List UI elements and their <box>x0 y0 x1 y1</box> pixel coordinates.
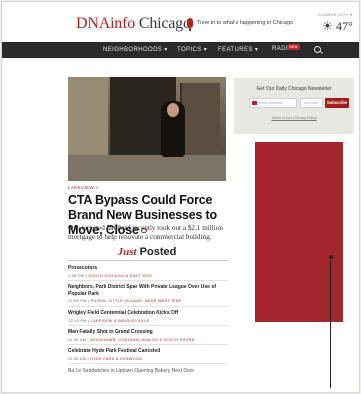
list-item[interactable]: Prosecutors 1:48 PM | SOUTH CHICAGO & EA… <box>68 265 228 278</box>
news-title[interactable]: Ba Le Sandwiches in Uptown Opening Baker… <box>68 368 228 375</box>
envelope-icon <box>252 101 257 105</box>
featured-photo[interactable] <box>68 77 226 181</box>
news-location[interactable]: LAKEVIEW & WRIGLEYVILLE <box>91 319 150 323</box>
radio-tune-in-link[interactable]: Tune in to what's happening in Chicago <box>197 20 293 26</box>
list-item[interactable]: Celebrate Hyde Park Festival Canceled 11… <box>68 348 228 361</box>
news-title[interactable]: Celebrate Hyde Park Festival Canceled <box>68 348 228 355</box>
just-posted-heading: Just Posted <box>2 246 292 258</box>
news-location[interactable]: WOODLAWN, CHATHAM, AVALON & SOUTH SHORE <box>90 338 195 342</box>
site-header: DNAinfo Chicago Tune in to what's happen… <box>2 2 359 42</box>
divider <box>68 280 228 281</box>
divider <box>68 325 228 326</box>
new-badge: NEW <box>287 44 300 50</box>
news-location[interactable]: HYDE PARK & KENWOOD <box>90 357 142 361</box>
nav-features[interactable]: FEATURES ▾ <box>218 46 258 53</box>
news-title[interactable]: Man Fatally Shot in Grand Crossing <box>68 329 228 336</box>
list-item[interactable]: Ba Le Sandwiches in Uptown Opening Baker… <box>68 368 228 375</box>
nav-topics[interactable]: TOPICS ▾ <box>177 46 207 53</box>
nav-neighborhoods[interactable]: NEIGHBORHOODS ▾ <box>103 46 168 53</box>
change-city-link[interactable]: CHANGE CITY ▾ <box>318 12 352 17</box>
divider <box>68 363 228 364</box>
just-posted-prefix: Just <box>117 246 137 258</box>
microphone-icon[interactable] <box>187 18 193 31</box>
featured-kicker[interactable]: LAKEVIEW » <box>68 185 99 190</box>
newsletter-signup: Get Our Daily Chicago Newsletter email a… <box>234 78 354 134</box>
zip-field[interactable]: zip code <box>300 98 323 108</box>
news-title[interactable]: Wrigley Field Centennial Celebration Kic… <box>68 310 228 317</box>
news-time: 11:39 AM <box>68 337 87 342</box>
news-time: 12:55 PM <box>68 299 87 303</box>
email-field[interactable]: email address <box>249 98 297 108</box>
main-nav: NEIGHBORHOODS ▾ TOPICS ▾ FEATURES ▾ RADI… <box>2 42 359 58</box>
news-meta: 11:39 AM | WOODLAWN, CHATHAM, AVALON & S… <box>68 337 195 342</box>
news-location[interactable]: SOUTH CHICAGO & EAST SIDE <box>88 274 152 278</box>
news-time: 1:48 PM <box>68 273 85 278</box>
logo-main: DNAinfo <box>76 15 136 32</box>
divider <box>68 260 228 261</box>
news-meta: 11:26 AM | HYDE PARK & KENWOOD <box>68 356 143 361</box>
just-posted-label: Posted <box>136 246 177 258</box>
divider <box>68 344 228 345</box>
logo-city: Chicago <box>135 15 191 32</box>
featured-dek: One targeted landlord recently took out … <box>68 224 223 241</box>
news-meta: 1:48 PM | SOUTH CHICAGO & EAST SIDE <box>68 273 153 278</box>
email-placeholder: email address <box>259 101 283 105</box>
news-location[interactable]: PILSEN, LITTLE VILLAGE, NEAR WEST SIDE <box>91 299 182 303</box>
terms-links[interactable]: Terms of Use | Privacy Policy <box>234 116 354 120</box>
news-time: 11:26 AM <box>68 356 87 361</box>
scroll-track[interactable] <box>330 260 331 388</box>
news-time: 12:10 PM <box>68 318 87 323</box>
list-item[interactable]: Man Fatally Shot in Grand Crossing 11:39… <box>68 329 228 342</box>
sun-icon: ☀ <box>322 19 333 33</box>
list-item[interactable]: Wrigley Field Centennial Celebration Kic… <box>68 310 228 323</box>
news-meta: 12:55 PM | PILSEN, LITTLE VILLAGE, NEAR … <box>68 299 182 303</box>
divider <box>68 306 228 307</box>
page: DNAinfo Chicago Tune in to what's happen… <box>1 1 360 393</box>
temperature: 47° <box>336 19 353 33</box>
site-logo[interactable]: DNAinfo Chicago <box>76 15 191 33</box>
search-icon[interactable] <box>314 46 321 53</box>
newsletter-title: Get Our Daily Chicago Newsletter <box>256 86 332 92</box>
news-title[interactable]: Neighbors, Park District Spar With Priva… <box>68 284 228 297</box>
subscribe-button[interactable]: Subscribe <box>325 98 349 108</box>
news-title[interactable]: Prosecutors <box>68 265 228 272</box>
scroll-handle[interactable] <box>329 255 333 259</box>
list-item[interactable]: Neighbors, Park District Spar With Priva… <box>68 284 228 303</box>
news-meta: 12:10 PM | LAKEVIEW & WRIGLEYVILLE <box>68 318 150 323</box>
